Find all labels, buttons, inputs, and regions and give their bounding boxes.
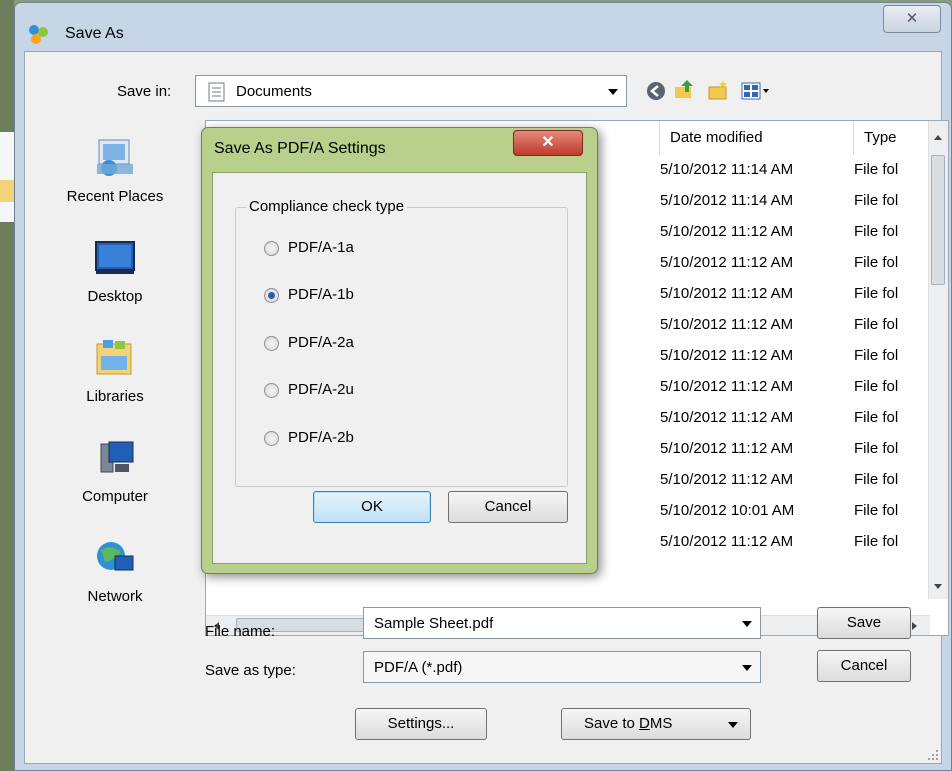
dialog-title: Save As PDF/A Settings <box>214 140 386 157</box>
settings-button[interactable]: Settings... <box>355 708 487 740</box>
ok-button[interactable]: OK <box>313 491 431 523</box>
resize-grip-icon[interactable] <box>927 749 939 761</box>
table-row[interactable]: 5/10/2012 10:01 AM File fol <box>660 496 920 527</box>
window-close-button[interactable]: ✕ <box>883 5 941 33</box>
place-label: Recent Places <box>66 188 164 205</box>
save-to-dms-accelerator: D <box>639 715 650 732</box>
scroll-right-icon[interactable] <box>911 621 919 631</box>
place-libraries[interactable]: Libraries <box>35 338 195 405</box>
background-window <box>0 0 14 771</box>
column-header-type[interactable]: Type <box>854 121 930 155</box>
chevron-down-icon <box>608 89 618 95</box>
save-in-combo[interactable]: Documents <box>195 75 627 107</box>
place-recent-places[interactable]: Recent Places <box>35 138 195 205</box>
compliance-group: Compliance check type PDF/A-1a PDF/A-1b … <box>235 198 568 487</box>
table-row[interactable]: 5/10/2012 11:12 AM File fol <box>660 527 920 558</box>
radio-button[interactable] <box>264 383 279 398</box>
recent-places-icon <box>97 139 133 176</box>
vertical-scrollbar[interactable] <box>928 121 948 599</box>
network-icon <box>97 542 134 571</box>
table-row[interactable]: 5/10/2012 11:12 AM File fol <box>660 372 920 403</box>
place-label: Computer <box>82 488 148 505</box>
table-row[interactable]: 5/10/2012 11:12 AM File fol <box>660 403 920 434</box>
place-label: Network <box>87 588 143 605</box>
file-name-value: Sample Sheet.pdf <box>374 615 494 632</box>
radio-button[interactable] <box>264 431 279 446</box>
computer-icon <box>100 441 134 473</box>
save-in-label: Save in: <box>117 83 172 100</box>
table-row[interactable]: 5/10/2012 11:12 AM File fol <box>660 465 920 496</box>
chevron-down-icon <box>742 665 752 671</box>
place-desktop[interactable]: Desktop <box>35 238 195 305</box>
places-bar: Recent Places Desktop Libraries Computer… <box>35 120 195 690</box>
title-bar: Save As ✕ <box>15 3 951 51</box>
document-folder-icon <box>208 82 225 102</box>
table-row[interactable]: 5/10/2012 11:12 AM File fol <box>660 279 920 310</box>
vertical-scroll-thumb[interactable] <box>931 155 945 285</box>
chevron-down-icon[interactable] <box>728 722 738 728</box>
save-as-type-value: PDF/A (*.pdf) <box>374 659 463 676</box>
save-as-type-combo[interactable]: PDF/A (*.pdf) <box>363 651 761 683</box>
scroll-down-icon[interactable] <box>933 583 943 591</box>
pdfa-settings-dialog: Save As PDF/A Settings ✕ Compliance chec… <box>201 127 598 574</box>
save-button[interactable]: Save <box>817 607 911 639</box>
table-row[interactable]: 5/10/2012 11:12 AM File fol <box>660 248 920 279</box>
back-icon[interactable] <box>645 80 667 102</box>
dialog-body: Compliance check type PDF/A-1a PDF/A-1b … <box>212 172 587 564</box>
save-to-dms-label-rest: MS <box>649 715 673 732</box>
table-row[interactable]: 5/10/2012 11:12 AM File fol <box>660 217 920 248</box>
place-network[interactable]: Network <box>35 538 195 605</box>
up-folder-icon[interactable] <box>673 78 695 100</box>
radio-button-selected[interactable] <box>264 288 279 303</box>
desktop-icon <box>95 241 135 274</box>
table-row[interactable]: 5/10/2012 11:14 AM File fol <box>660 186 920 217</box>
save-to-dms-button[interactable]: Save to DMS <box>561 708 751 740</box>
save-as-type-label: Save as type: <box>205 662 296 679</box>
radio-button[interactable] <box>264 336 279 351</box>
dialog-cancel-button[interactable]: Cancel <box>448 491 568 523</box>
column-header-date[interactable]: Date modified <box>660 121 854 155</box>
scroll-up-icon[interactable] <box>933 133 943 141</box>
save-to-dms-label: Save to <box>584 715 640 732</box>
window-title: Save As <box>65 25 124 42</box>
app-logo-icon <box>29 25 48 44</box>
group-label: Compliance check type <box>246 198 408 215</box>
radio-button[interactable] <box>264 241 279 256</box>
place-label: Libraries <box>86 388 144 405</box>
file-name-combo[interactable]: Sample Sheet.pdf <box>363 607 761 639</box>
cancel-button[interactable]: Cancel <box>817 650 911 682</box>
chevron-down-icon <box>742 621 752 627</box>
file-name-label: File name: <box>205 623 276 640</box>
save-in-value: Documents <box>236 83 312 100</box>
table-row[interactable]: 5/10/2012 11:12 AM File fol <box>660 310 920 341</box>
table-row[interactable]: 5/10/2012 11:12 AM File fol <box>660 434 920 465</box>
place-label: Desktop <box>87 288 143 305</box>
view-menu-icon[interactable] <box>741 80 771 102</box>
table-row[interactable]: 5/10/2012 11:14 AM File fol <box>660 155 920 186</box>
libraries-icon <box>96 340 132 375</box>
dialog-close-button[interactable]: ✕ <box>513 130 583 156</box>
new-folder-icon[interactable] <box>707 79 729 101</box>
place-computer[interactable]: Computer <box>35 438 195 505</box>
table-row[interactable]: 5/10/2012 11:12 AM File fol <box>660 341 920 372</box>
